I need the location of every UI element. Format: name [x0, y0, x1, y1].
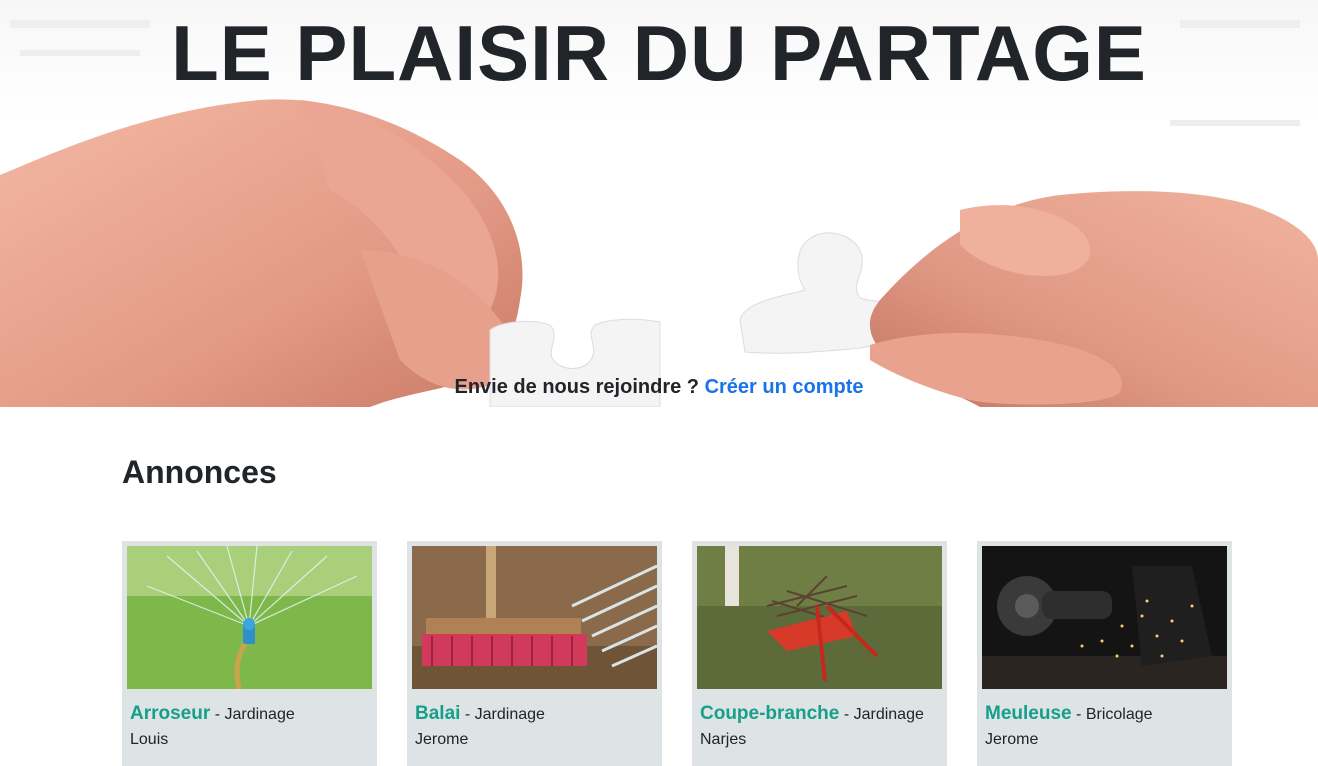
annonce-category: - Jardinage [214, 706, 295, 723]
annonce-user: Narjes [700, 731, 747, 748]
annonces-list: Arroseur - Jardinage Louis Balai - Jardi… [122, 541, 1232, 766]
annonce-category: - Jardinage [843, 706, 924, 723]
annonce-name[interactable]: Coupe-branche [700, 703, 839, 724]
annonce-category: - Jardinage [464, 706, 545, 723]
create-account-link[interactable]: Créer un compte [705, 376, 864, 398]
annonce-card-arroseur[interactable]: Arroseur - Jardinage Louis [122, 541, 377, 766]
signup-prompt-text: Envie de nous rejoindre ? [454, 376, 700, 398]
annonce-card-meuleuse[interactable]: Meuleuse - Bricolage Jerome [977, 541, 1232, 766]
sprinkler-image[interactable] [127, 546, 372, 689]
annonce-card-balai[interactable]: Balai - Jardinage Jerome [407, 541, 662, 766]
hero-title: LE PLAISIR DU PARTAGE [171, 9, 1147, 97]
annonce-card-coupe-branche[interactable]: Coupe-branche - Jardinage Narjes [692, 541, 947, 766]
signup-prompt: Envie de nous rejoindre ? Créer un compt… [0, 376, 1318, 399]
broom-image[interactable] [412, 546, 657, 689]
annonce-name[interactable]: Balai [415, 703, 460, 724]
annonce-name[interactable]: Meuleuse [985, 703, 1072, 724]
annonce-user: Louis [130, 731, 169, 748]
annonces-title: Annonces [122, 454, 277, 490]
annonce-user: Jerome [985, 731, 1039, 748]
branch-cutter-image[interactable] [697, 546, 942, 689]
grinder-image[interactable] [982, 546, 1227, 689]
hero-banner: LE PLAISIR DU PARTAGE Envie de nous rejo… [0, 0, 1318, 407]
annonce-user: Jerome [415, 731, 469, 748]
annonce-category: - Bricolage [1076, 706, 1153, 723]
annonce-name[interactable]: Arroseur [130, 703, 210, 724]
